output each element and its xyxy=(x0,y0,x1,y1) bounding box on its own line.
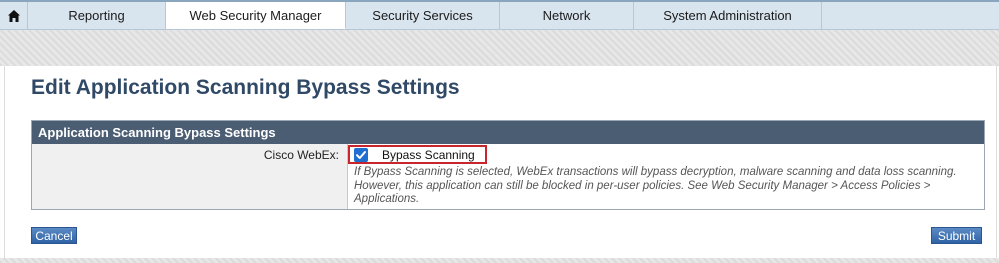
bottom-hatch xyxy=(0,258,999,263)
home-icon xyxy=(7,9,20,22)
bypass-scanning-checkbox[interactable] xyxy=(354,147,368,162)
hatched-band xyxy=(0,30,999,66)
setting-value: Bypass Scanning If Bypass Scanning is se… xyxy=(348,144,984,209)
bypass-scanning-label[interactable]: Bypass Scanning xyxy=(382,148,475,162)
cancel-button[interactable]: Cancel xyxy=(31,227,77,244)
settings-table: Application Scanning Bypass Settings Cis… xyxy=(31,120,985,210)
submit-button[interactable]: Submit xyxy=(931,227,982,244)
tab-security-services[interactable]: Security Services xyxy=(346,2,500,29)
top-nav: Reporting Web Security Manager Security … xyxy=(0,0,999,30)
table-header: Application Scanning Bypass Settings xyxy=(32,121,984,144)
tab-web-security-manager[interactable]: Web Security Manager xyxy=(166,2,346,29)
setting-label: Cisco WebEx: xyxy=(32,144,348,209)
help-text: If Bypass Scanning is selected, WebEx tr… xyxy=(354,166,957,205)
tab-network[interactable]: Network xyxy=(500,2,634,29)
page-title: Edit Application Scanning Bypass Setting… xyxy=(31,76,460,99)
checkmark-icon xyxy=(356,150,366,159)
content-panel: Edit Application Scanning Bypass Setting… xyxy=(4,66,997,258)
tab-system-administration[interactable]: System Administration xyxy=(634,2,822,29)
table-row: Cisco WebEx: Bypass Scanning If Bypass S… xyxy=(32,144,984,209)
home-button[interactable] xyxy=(0,2,28,29)
bypass-scanning-highlight: Bypass Scanning xyxy=(348,145,487,164)
tab-reporting[interactable]: Reporting xyxy=(28,2,166,29)
